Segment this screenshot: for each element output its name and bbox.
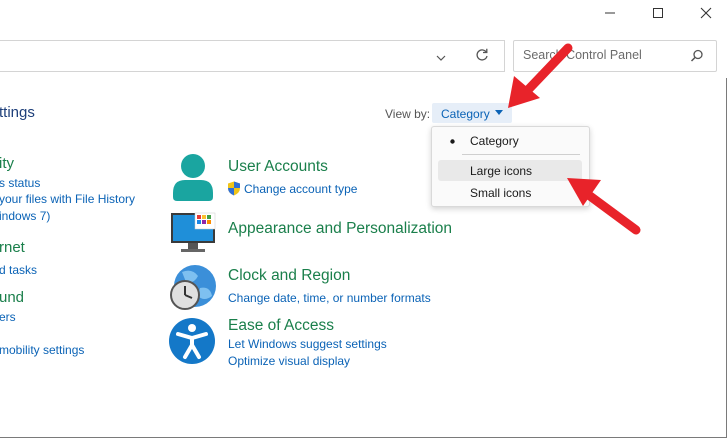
annotation-arrows bbox=[508, 43, 641, 235]
arrow-to-category-dropdown bbox=[508, 43, 573, 108]
arrow-to-large-icons bbox=[567, 178, 641, 235]
